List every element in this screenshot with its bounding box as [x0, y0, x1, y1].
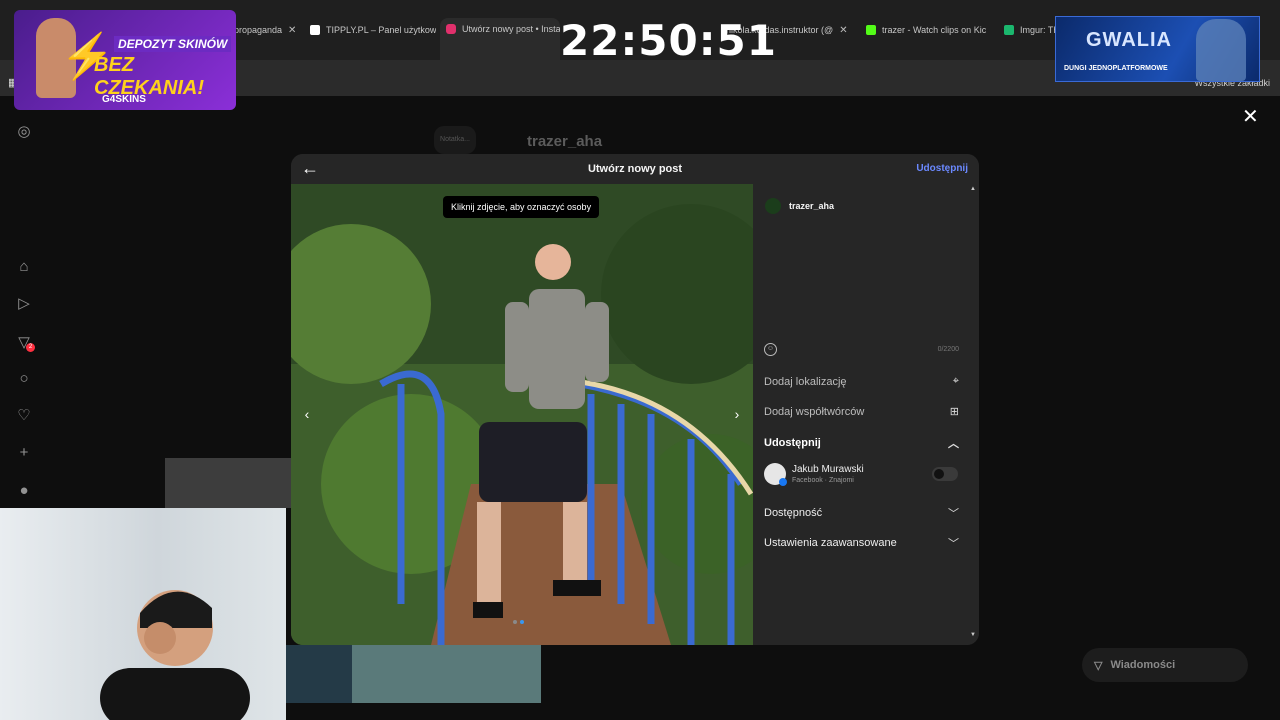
post-details-panel: ▲ trazer_aha ☺ 0/2200 Dodaj lokalizację … — [753, 184, 979, 645]
carousel-dot — [513, 620, 517, 624]
tab-title: propaganda — [234, 25, 283, 35]
streamer-webcam — [0, 508, 286, 720]
instagram-logo-icon[interactable]: ◎ — [15, 123, 33, 141]
background-username: trazer_aha — [527, 133, 603, 150]
gwalia-subtitle: DUNGI JEDNOPLATFORMOWE — [1064, 65, 1168, 72]
previous-image-button[interactable]: ‹ — [297, 404, 317, 424]
notification-badge: 2 — [26, 343, 35, 352]
g4skins-promo-banner: ⚡ DEPOZYT SKINÓW BEZ CZEKANIA! G4SKINS — [14, 10, 236, 110]
close-icon[interactable]: ✕ — [288, 25, 296, 36]
post-author: trazer_aha — [765, 198, 834, 214]
create-plus-icon[interactable]: + — [15, 444, 33, 462]
messages-pill[interactable]: ▽ Wiadomości — [1082, 648, 1248, 682]
add-location-label: Dodaj lokalizację — [764, 375, 847, 388]
messages-label: Wiadomości — [1110, 659, 1176, 671]
advanced-settings-row[interactable]: Ustawienia zaawansowane ﹀ — [764, 535, 959, 551]
tab-title: Imgur: The — [1020, 25, 1058, 35]
stream-clock: 22:50:51 — [560, 16, 777, 65]
scroll-up-icon[interactable]: ▲ — [970, 186, 976, 192]
add-collaborators-label: Dodaj współtwórców — [764, 405, 865, 418]
scroll-down-icon[interactable]: ▼ — [970, 632, 976, 638]
heart-icon[interactable]: ♡ — [15, 407, 33, 425]
tab-propaganda[interactable]: propaganda ✕ — [228, 18, 298, 42]
search-icon[interactable]: ○ — [15, 370, 33, 388]
background-grid-image — [286, 645, 541, 703]
post-photo[interactable]: Kliknij zdjęcie, aby oznaczyć osoby ‹ › — [291, 184, 753, 645]
promo-logo: G4SKINS — [102, 94, 146, 105]
banner-character-image — [1196, 19, 1246, 81]
carousel-dots — [513, 620, 524, 624]
close-icon[interactable]: ✕ — [839, 25, 847, 36]
facebook-share-toggle[interactable] — [932, 467, 958, 481]
chevron-down-icon: ﹀ — [948, 508, 959, 520]
accessibility-row[interactable]: Dostępność ﹀ — [764, 505, 959, 521]
tipply-favicon-icon — [310, 25, 320, 35]
tab-title: TIPPLY.PL – Panel użytkownika — [326, 25, 436, 35]
account-audience: Facebook · Znajomi — [792, 477, 854, 484]
gwalia-banner: GWALIA DUNGI JEDNOPLATFORMOWE — [1055, 16, 1260, 82]
next-image-button[interactable]: › — [727, 404, 747, 424]
modal-title: Utwórz nowy post — [587, 163, 683, 175]
chevron-up-icon: ︿ — [948, 438, 959, 450]
messages-icon: ▽ — [1094, 659, 1103, 672]
author-username: trazer_aha — [789, 201, 835, 211]
add-location-row[interactable]: Dodaj lokalizację ⌖ — [764, 375, 959, 388]
carousel-dot-active — [520, 620, 524, 624]
share-button[interactable]: Udostępnij — [916, 163, 968, 174]
facebook-account-avatar — [764, 463, 787, 486]
chevron-down-icon: ﹀ — [948, 538, 959, 550]
add-person-icon: ⊞ — [949, 406, 959, 418]
share-section-header[interactable]: Udostępnij ︿ — [764, 435, 959, 451]
caption-char-counter: 0/2200 — [937, 346, 959, 353]
facebook-share-account: Jakub Murawski Facebook · Znajomi — [764, 463, 864, 486]
account-name: Jakub Murawski — [792, 464, 864, 475]
add-collaborators-row[interactable]: Dodaj współtwórców ⊞ — [764, 405, 959, 419]
avatar — [765, 198, 781, 214]
note-chip: Notatka... — [434, 126, 476, 154]
emoji-icon[interactable]: ☺ — [764, 343, 777, 356]
instagram-favicon-icon — [446, 24, 456, 34]
tab-title: Utwórz nowy post • Instagram — [462, 24, 560, 34]
imgur-favicon-icon — [1004, 25, 1014, 35]
home-icon[interactable]: ⌂ — [15, 258, 33, 276]
tab-imgur[interactable]: Imgur: The — [998, 18, 1058, 42]
profile-avatar-icon[interactable]: ● — [15, 482, 33, 500]
advanced-settings-label: Ustawienia zaawansowane — [764, 537, 897, 549]
tab-title: trazer - Watch clips on Kick — [882, 25, 986, 35]
close-modal-icon[interactable]: ✕ — [1242, 104, 1259, 129]
streamer-figure — [100, 590, 250, 720]
photo-scene — [291, 184, 753, 645]
promo-line-1: DEPOZYT SKINÓW — [114, 36, 232, 52]
tab-tipply[interactable]: TIPPLY.PL – Panel użytkownika ✕ — [304, 18, 436, 42]
tab-instagram-create-post[interactable]: Utwórz nowy post • Instagram — [440, 18, 560, 60]
reels-icon[interactable]: ▷ — [15, 295, 33, 313]
share-section-label: Udostępnij — [764, 437, 821, 449]
kick-favicon-icon — [866, 25, 876, 35]
location-pin-icon: ⌖ — [952, 375, 959, 387]
create-post-modal: ← Utwórz nowy post Udostępnij Kliknij zd… — [291, 154, 979, 645]
modal-header: ← Utwórz nowy post Udostępnij — [291, 154, 979, 184]
background-panel — [165, 458, 291, 508]
accessibility-label: Dostępność — [764, 507, 823, 519]
gwalia-title: GWALIA — [1086, 29, 1172, 51]
tab-kick[interactable]: trazer - Watch clips on Kick ✕ — [860, 18, 986, 42]
tag-people-tooltip: Kliknij zdjęcie, aby oznaczyć osoby — [443, 196, 600, 218]
